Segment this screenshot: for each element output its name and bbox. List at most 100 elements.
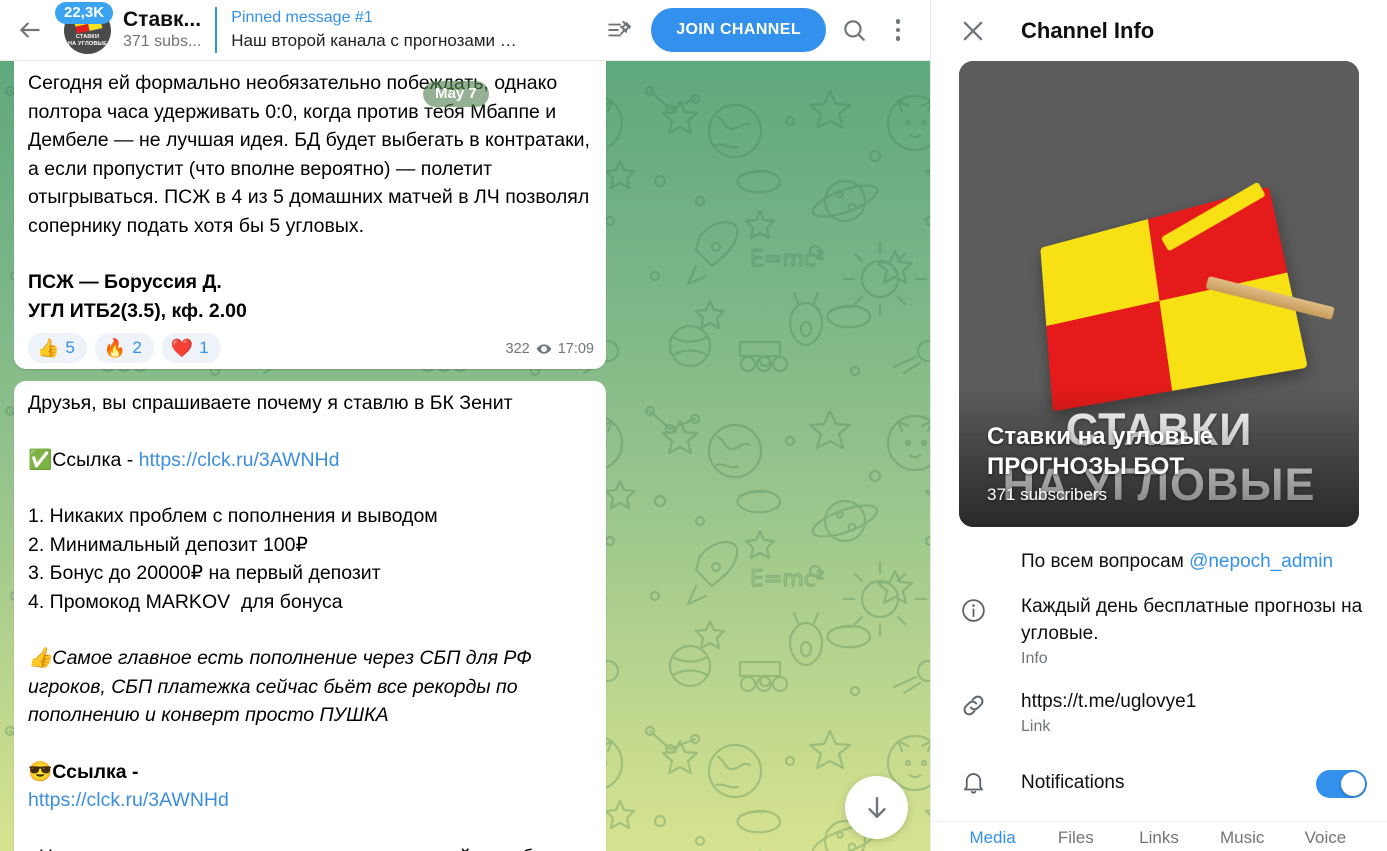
fire-icon: 🔥 bbox=[103, 338, 127, 358]
pinned-message-label: Pinned message #1 bbox=[231, 9, 373, 26]
view-count: 322 bbox=[505, 341, 530, 357]
info-panel-header: Channel Info bbox=[931, 0, 1387, 61]
promo-tail-text: Ну и конечно какая линия и росписи , лег… bbox=[28, 843, 594, 851]
pinned-list-icon bbox=[608, 20, 632, 37]
avatar-text-line2: НА УГЛОВЫЕ bbox=[67, 40, 108, 47]
pinned-list-button[interactable] bbox=[597, 8, 641, 52]
message-paragraph: Сегодня ей формально необязательно побеж… bbox=[28, 72, 596, 237]
profile-overlay-info: Ставки на угловые ПРОГНОЗЫ БОТ 371 subsc… bbox=[987, 422, 1339, 505]
link-icon bbox=[963, 695, 983, 716]
promo-link-label-2: 😎Ссылка - bbox=[28, 760, 144, 783]
channel-link[interactable]: https://t.me/uglovye1 bbox=[1021, 688, 1367, 715]
message-meta: 322 17:09 bbox=[506, 341, 595, 357]
arrow-down-icon bbox=[867, 796, 886, 818]
admin-contact-prefix: По всем вопросам bbox=[1021, 551, 1190, 572]
chat-column: 22,3K СТАВКИ НА УГЛОВЫЕ Ставк... 371 sub… bbox=[0, 0, 930, 851]
link-icon-wrap bbox=[959, 688, 987, 719]
tab-files[interactable]: Files bbox=[1034, 828, 1117, 848]
promo-list-item: 1. Никаких проблем с пополнения и выводо… bbox=[28, 505, 438, 527]
reaction-list: 👍 5 🔥 2 ❤️ 1 bbox=[28, 333, 221, 363]
arrow-left-icon bbox=[20, 22, 40, 38]
tab-links[interactable]: Links bbox=[1117, 828, 1200, 848]
promo-list-item: 3. Бонус до 20000₽ на первый депозит bbox=[28, 562, 381, 584]
info-circle-icon bbox=[961, 599, 985, 622]
description-label: Info bbox=[1021, 650, 1048, 667]
chat-title: Ставк... bbox=[123, 8, 202, 31]
promo-title: Друзья, вы спрашиваете почему я ставлю в… bbox=[28, 392, 513, 414]
reaction-count: 2 bbox=[132, 338, 142, 357]
date-separator-chip: May 7 bbox=[423, 81, 489, 107]
promo-link-2[interactable]: https://clck.ru/3AWNHd bbox=[28, 789, 229, 811]
message-match-line: ПСЖ — Боруссия Д. bbox=[28, 271, 222, 293]
channel-name: Ставки на угловые ПРОГНОЗЫ БОТ bbox=[987, 423, 1214, 480]
reaction-heart[interactable]: ❤️ 1 bbox=[161, 333, 221, 363]
reactions-and-meta: 👍 5 🔥 2 ❤️ 1 322 17:09 bbox=[28, 333, 594, 363]
row-icon-placeholder bbox=[959, 548, 987, 552]
message-bet-line: УГЛ ИТБ2(3.5), кф. 2.00 bbox=[28, 299, 247, 322]
promo-link-label-1: ✅Ссылка - bbox=[28, 448, 139, 471]
chat-title-block[interactable]: Ставк... 371 subs... bbox=[123, 8, 201, 52]
info-row-description[interactable]: Каждый день бесплатные прогнозы на углов… bbox=[931, 584, 1387, 679]
more-vertical-icon bbox=[895, 19, 901, 41]
thumbsup-icon: 👍 bbox=[37, 338, 60, 358]
reaction-count: 5 bbox=[65, 338, 75, 357]
link-label: Link bbox=[1021, 718, 1051, 735]
info-row-list: По всем вопросам @nepoch_admin Каждый де… bbox=[931, 527, 1387, 807]
eye-icon bbox=[536, 344, 552, 354]
message-list: Сегодня ей формально необязательно побеж… bbox=[0, 61, 620, 851]
media-tabs: Media Files Links Music Voice bbox=[931, 821, 1387, 851]
reaction-fire[interactable]: 🔥 2 bbox=[94, 333, 154, 363]
pinned-message-preview: Наш второй канала с прогнозами … bbox=[231, 31, 517, 50]
message-scroll-area[interactable]: May 7 Сегодня ей формально необязательно… bbox=[0, 61, 930, 851]
corner-flag-photo bbox=[1020, 181, 1335, 412]
admin-username-link[interactable]: @nepoch_admin bbox=[1189, 551, 1333, 572]
channel-profile-photo[interactable]: СТАВКИ НА УГЛОВЫЕ Ставки на угловые ПРОГ… bbox=[959, 61, 1359, 527]
promo-link-1[interactable]: https://clck.ru/3AWNHd bbox=[139, 449, 340, 471]
reaction-thumbsup[interactable]: 👍 5 bbox=[28, 333, 87, 363]
pinned-message-banner[interactable]: Pinned message #1 Наш второй канала с пр… bbox=[215, 7, 597, 53]
back-button[interactable] bbox=[6, 6, 54, 54]
tab-voice[interactable]: Voice bbox=[1284, 828, 1367, 848]
info-row-admin-contact[interactable]: По всем вопросам @nepoch_admin bbox=[931, 539, 1387, 584]
chat-subscriber-count: 371 subs... bbox=[123, 33, 202, 50]
more-menu-button[interactable] bbox=[876, 8, 920, 52]
message-text-body: Сегодня ей формально необязательно побеж… bbox=[28, 69, 594, 240]
search-icon bbox=[844, 20, 865, 41]
bell-icon bbox=[963, 773, 983, 794]
telegram-window: 22,3K СТАВКИ НА УГЛОВЫЕ Ставк... 371 sub… bbox=[0, 0, 1387, 851]
channel-description: Каждый день бесплатные прогнозы на углов… bbox=[1021, 596, 1363, 644]
info-row-notifications[interactable]: Notifications bbox=[931, 747, 1387, 807]
promo-list-item: 2. Минимальный депозит 100₽ bbox=[28, 533, 308, 556]
reaction-count: 1 bbox=[199, 338, 209, 357]
heart-icon: ❤️ bbox=[170, 338, 194, 358]
message-time: 17:09 bbox=[557, 341, 594, 357]
avatar-text-line1: СТАВКИ bbox=[75, 33, 100, 40]
close-icon[interactable] bbox=[959, 17, 987, 45]
message-bubble[interactable]: Сегодня ей формально необязательно побеж… bbox=[14, 61, 606, 369]
promo-link-row-1: ✅Ссылка - https://clck.ru/3AWNHd bbox=[28, 446, 594, 475]
join-channel-button[interactable]: JOIN CHANNEL bbox=[651, 8, 826, 52]
promo-link-row-2: https://clck.ru/3AWNHd bbox=[28, 786, 594, 815]
channel-subscribers: 371 subscribers bbox=[987, 485, 1108, 504]
bell-icon-wrap bbox=[959, 769, 987, 796]
tab-music[interactable]: Music bbox=[1201, 828, 1284, 848]
info-circle-icon-wrap bbox=[959, 593, 987, 624]
admin-contact-text: По всем вопросам @nepoch_admin bbox=[1021, 548, 1367, 575]
search-button[interactable] bbox=[832, 8, 876, 52]
promo-italic-block: 👍Самое главное есть пополнение через СБП… bbox=[28, 647, 538, 726]
tab-media[interactable]: Media bbox=[951, 828, 1034, 848]
notifications-toggle[interactable] bbox=[1316, 770, 1367, 798]
channel-info-panel: Channel Info СТАВКИ НА УГЛОВЫЕ Ставки на… bbox=[930, 0, 1387, 851]
info-row-link[interactable]: https://t.me/uglovye1 Link bbox=[931, 679, 1387, 747]
info-panel-title: Channel Info bbox=[1021, 17, 1155, 43]
message-bubble[interactable]: Друзья, вы спрашиваете почему я ставлю в… bbox=[14, 381, 606, 851]
notifications-label: Notifications bbox=[1021, 772, 1125, 793]
scroll-to-bottom-button[interactable] bbox=[845, 776, 908, 839]
promo-list-item: 4. Промокод MARKOV для бонуса bbox=[28, 590, 343, 613]
